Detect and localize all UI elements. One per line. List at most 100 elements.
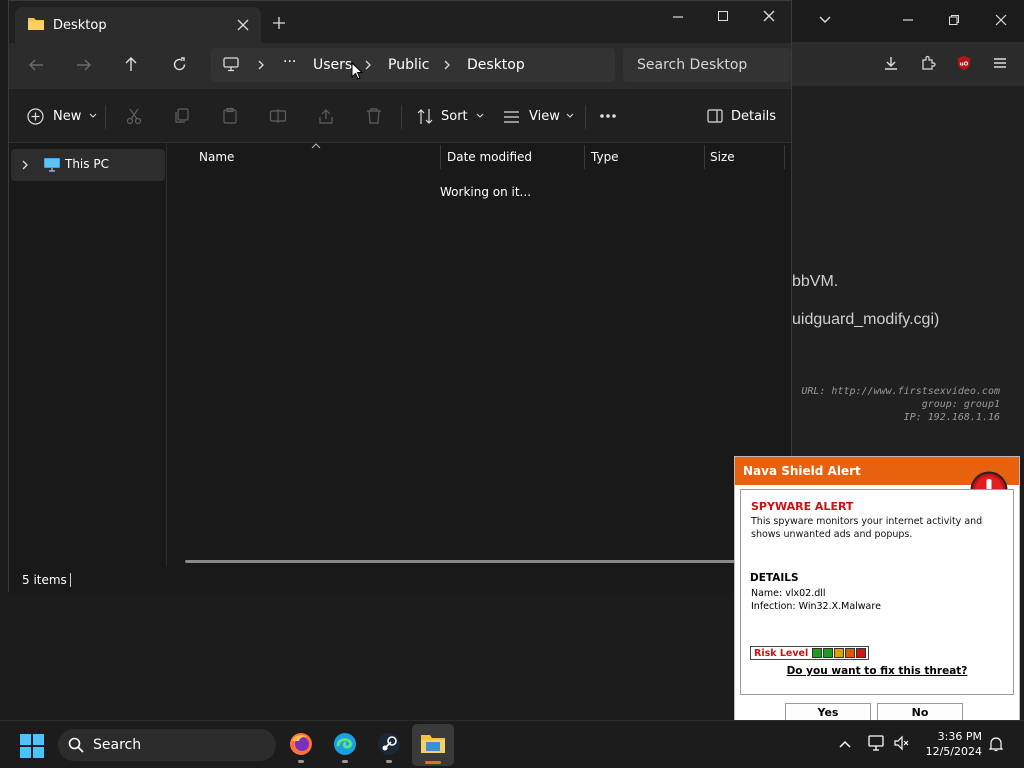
cut-icon[interactable] [125,107,143,125]
breadcrumb-users[interactable]: Users [313,57,352,73]
close-tab-icon[interactable] [237,19,249,31]
clock-date[interactable]: 12/5/2024 [920,745,982,758]
close-icon[interactable] [995,14,1007,26]
more-icon[interactable]: ··· [283,54,296,70]
alert-heading: SPYWARE ALERT [751,500,854,513]
ublock-icon[interactable]: uO [956,55,972,71]
mouse-cursor-icon [351,62,363,80]
risk-level-cells [811,648,867,658]
view-label: View [529,109,560,124]
breadcrumb-desktop[interactable]: Desktop [467,57,525,73]
copy-icon[interactable] [173,107,191,125]
risk-level-label: Risk Level [754,647,809,659]
chevron-right-icon[interactable] [257,59,265,71]
search-icon [68,737,84,753]
column-header-date-modified[interactable]: Date modified [447,150,532,164]
restore-icon[interactable] [948,14,960,26]
browser-title-bar [792,0,1024,42]
paste-icon[interactable] [221,107,239,125]
maximize-icon[interactable] [717,10,729,22]
loading-text: Working on it... [440,185,532,199]
status-bar: 5 items [9,567,791,593]
more-options-icon[interactable] [599,113,617,119]
column-divider[interactable] [704,145,705,169]
taskbar-search[interactable]: Search [58,729,276,761]
steam-icon[interactable] [377,732,401,763]
rename-icon[interactable] [269,107,287,125]
security-alert-popup: Nava Shield Alert SPYWARE ALERT This spy… [734,456,1020,734]
delete-icon[interactable] [365,107,383,125]
close-icon[interactable] [763,10,775,22]
chevron-down-icon[interactable] [818,13,832,27]
sort-caret-icon [311,143,321,149]
page-text-line: bbVM. [792,273,839,290]
background-browser-window: uO bbVM. uidguard_modify.cgi) URL: http:… [792,0,1024,458]
details-heading: DETAILS [750,572,799,584]
group-label: group: group1 [921,399,1000,410]
page-text-line: uidguard_modify.cgi) [792,311,940,328]
minimize-icon[interactable] [672,12,684,24]
tab-title: Desktop [53,18,107,33]
column-header-type[interactable]: Type [591,150,619,164]
forward-arrow-icon[interactable] [76,58,92,72]
tab-desktop[interactable]: Desktop [15,7,261,43]
risk-cell [812,648,823,658]
ip-label: IP: 192.168.1.16 [903,412,1000,423]
fix-threat-question[interactable]: Do you want to fix this threat? [741,665,1013,677]
download-icon[interactable] [883,55,899,71]
file-explorer-taskbar-button[interactable] [412,724,454,766]
monitor-icon [223,57,239,72]
nav-item-this-pc[interactable]: This PC [11,149,165,181]
refresh-icon[interactable] [172,57,187,72]
horizontal-scrollbar[interactable] [185,560,751,563]
details-label: Details [731,109,777,124]
breadcrumb-public[interactable]: Public [388,57,429,73]
risk-cell [845,648,856,658]
windows-start-icon[interactable] [20,734,44,758]
tab-bar: Desktop [9,1,791,43]
new-label: New [53,109,82,124]
breadcrumb[interactable]: ··· Users Public Desktop [211,48,615,82]
back-arrow-icon[interactable] [28,58,44,72]
notification-bell-icon[interactable] [989,736,1003,752]
item-count: 5 items [22,573,67,587]
column-divider[interactable] [784,145,785,169]
taskbar: Search 3:36 PM 12/5/2024 [0,720,1024,768]
risk-cell [823,648,834,658]
chevron-right-icon[interactable] [364,59,372,71]
risk-cell [856,648,867,658]
firefox-icon[interactable] [289,732,313,763]
column-divider[interactable] [584,145,585,169]
column-header-name[interactable]: Name [199,150,234,164]
search-input[interactable]: Search Desktop [623,48,791,82]
column-header-size[interactable]: Size [710,150,735,164]
network-icon[interactable] [868,735,886,751]
sort-label: Sort [441,109,468,124]
threat-name: Name: vlx02.dll [751,588,826,599]
chevron-up-icon[interactable] [838,739,852,749]
up-arrow-icon[interactable] [124,56,138,72]
taskbar-search-label: Search [93,737,142,753]
computer-icon [44,158,60,172]
risk-level-meter: Risk Level [750,646,870,660]
threat-infection: Infection: Win32.X.Malware [751,601,881,612]
clock-time[interactable]: 3:36 PM [920,730,982,743]
active-indicator [425,761,441,764]
divider [401,105,402,129]
chevron-right-icon[interactable] [443,59,451,71]
edge-icon[interactable] [333,732,357,763]
folder-icon [27,16,45,32]
column-divider[interactable] [440,145,441,169]
muted-volume-icon[interactable] [894,735,910,751]
menu-icon[interactable] [992,55,1008,71]
new-tab-icon[interactable] [273,17,285,29]
status-divider [70,573,71,587]
divider [585,105,586,129]
browser-address-bar[interactable] [792,91,806,121]
search-placeholder: Search Desktop [637,57,748,73]
share-icon[interactable] [317,107,335,125]
address-bar: ··· Users Public Desktop Search Desktop [9,43,791,89]
extensions-icon[interactable] [920,55,936,71]
folder-icon [421,735,445,753]
minimize-icon[interactable] [902,14,914,26]
